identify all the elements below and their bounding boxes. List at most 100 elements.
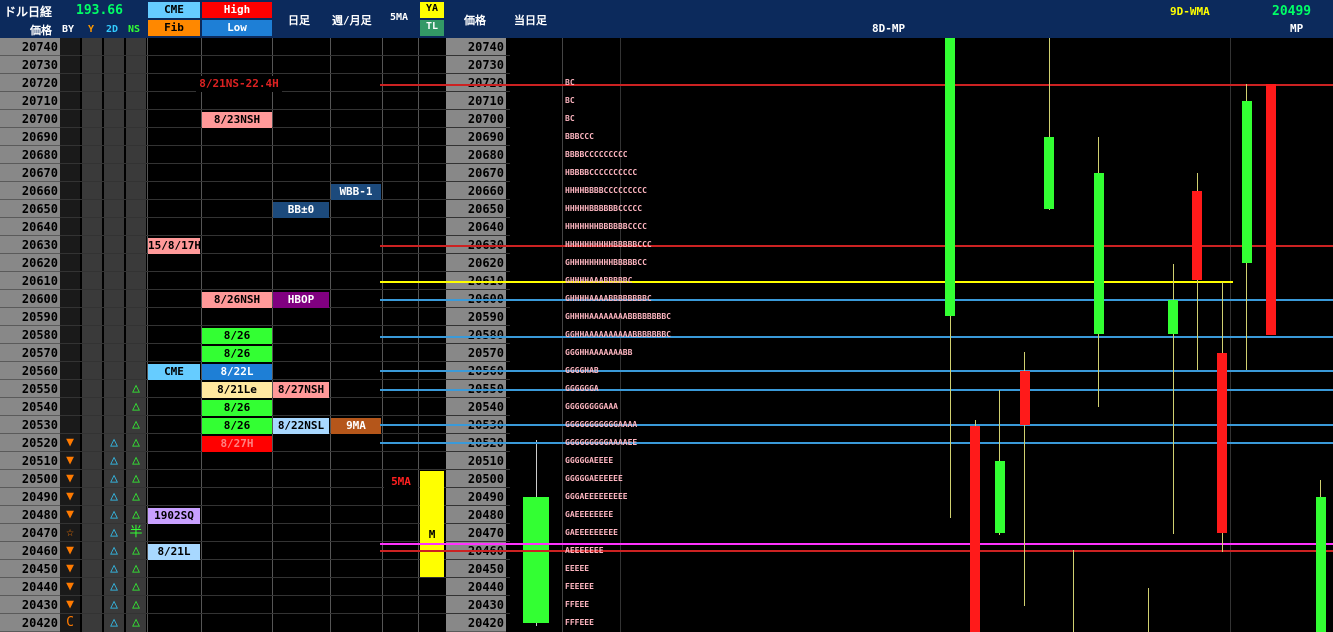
row-divider (60, 289, 510, 290)
price-cell: 20500 (446, 470, 506, 488)
price-cell: 20560 (0, 362, 60, 380)
row-divider (60, 379, 510, 380)
row-divider (60, 91, 510, 92)
row-divider (60, 343, 510, 344)
high-8-26c: 8/26 (202, 400, 272, 416)
price-ladder-left: 20740 20730 20720 20710 20700 20690 20680 20670… (0, 38, 60, 632)
signal-ns: △ (132, 507, 140, 522)
tpo-row: GAEEEEEEEEE (565, 528, 618, 537)
high-8-27nsh: 8/27NSH (273, 382, 329, 398)
tpo-row: GHHHHHHHHHBBBBBCC (565, 258, 647, 267)
price-cell: 20450 (446, 560, 506, 578)
row-divider (60, 109, 510, 110)
price-cell: 20430 (0, 596, 60, 614)
signal-by: ▼ (66, 453, 74, 468)
row-divider (60, 163, 510, 164)
ya-volume-bar (420, 471, 444, 577)
tpo-row: FFEEE (565, 600, 590, 609)
tpo-row: HHHHHBBBBBBCCCCC (565, 204, 643, 213)
price-cell: 20720 (0, 74, 60, 92)
price-cell: 20670 (446, 164, 506, 182)
cme-high-top-label: 8/21NS-22.4H (196, 76, 282, 92)
tpo-row: FFFEEE (565, 618, 594, 627)
high-15-8-17h: 15/8/17H (148, 238, 200, 254)
price-cell: 20650 (446, 200, 506, 218)
row-divider (60, 73, 510, 74)
low-8-21l: 8/21L (148, 544, 200, 560)
candle-wick (1148, 588, 1149, 632)
wbb-label: WBB-1 (331, 184, 381, 200)
price-cell: 20490 (446, 488, 506, 506)
price-cell: 20520 (0, 434, 60, 452)
price-cell: 20680 (446, 146, 506, 164)
tpo-row: AEEEEEEE (565, 546, 604, 555)
row-divider (60, 271, 510, 272)
fib-header: Fib (164, 21, 184, 34)
tpo-row: GGGGGAEEEE (565, 456, 614, 465)
price-cell: 20580 (0, 326, 60, 344)
signal-ns: △ (132, 543, 140, 558)
price-header: 価格 (30, 24, 52, 37)
price-cell: 20480 (446, 506, 506, 524)
signal-by: ▼ (66, 561, 74, 576)
price-cell: 20580 (446, 326, 506, 344)
level-line-blue (380, 370, 1333, 372)
row-divider (60, 469, 510, 470)
mp-header: MP (1290, 22, 1304, 35)
price-cell: 20440 (0, 578, 60, 596)
today-bar-header: 当日足 (514, 14, 547, 27)
ma9-label: 9MA (331, 418, 381, 434)
high-8-26b: 8/26 (202, 346, 272, 362)
signal-y: △ (110, 489, 118, 504)
level-line-blue (380, 336, 1333, 338)
bb0-label: BB±0 (273, 202, 329, 218)
candle-up (1094, 173, 1104, 334)
ya-marker: M (428, 528, 436, 541)
high-8-26nsh: 8/26NSH (202, 292, 272, 308)
price-cell: 20600 (0, 290, 60, 308)
candle-up (1168, 300, 1178, 334)
signal-by: ▼ (66, 543, 74, 558)
level-line-red (380, 245, 1333, 247)
signal-y: △ (110, 579, 118, 594)
two-d-header: 2D (106, 24, 119, 35)
row-divider (60, 145, 510, 146)
daily-header: 日足 (288, 14, 310, 27)
high-8-27h: 8/27H (202, 436, 272, 452)
price-cell: 20470 (0, 524, 60, 542)
high-8-26d: 8/26 (202, 418, 272, 434)
signal-ns: △ (132, 489, 140, 504)
high-8-23nsh: 8/23NSH (202, 112, 272, 128)
price-cell: 20640 (446, 218, 506, 236)
tpo-row: EEEEE (565, 564, 590, 573)
price-cell: 20740 (0, 38, 60, 56)
tpo-row: BC (565, 78, 575, 87)
price-cell: 20690 (0, 128, 60, 146)
market-profile-window: { "header": { "instrument": "ドル日経", "usd… (0, 0, 1333, 632)
price-cell: 20570 (0, 344, 60, 362)
tpo-row: GAEEEEEEEE (565, 510, 614, 519)
price-cell: 20510 (446, 452, 506, 470)
tpo-row: GGGGHAB (565, 366, 599, 375)
row-divider (60, 595, 510, 596)
tpo-row: HHHHBBBBCCCCCCCCC (565, 186, 647, 195)
sq-label: 1902SQ (148, 508, 200, 524)
tpo-row: GGGGGAEEEEEE (565, 474, 623, 483)
level-line-blue (380, 442, 1333, 444)
price-cell: 20710 (446, 92, 506, 110)
level-line-red (380, 550, 1333, 552)
signal-by: ▼ (66, 597, 74, 612)
hbop-label: HBOP (273, 292, 329, 308)
row-divider (60, 415, 510, 416)
tpo-row: GGGHHAAAAAAABB (565, 348, 633, 357)
high-header: High (223, 3, 251, 16)
tpo-row: BC (565, 114, 575, 123)
signal-by: ▼ (66, 507, 74, 522)
signal-y: △ (110, 471, 118, 486)
tpo-row: GGGGGGGGGGGAAAA (565, 420, 638, 429)
candle-down (970, 426, 980, 632)
row-divider (60, 199, 510, 200)
weekly-monthly-header: 週/月足 (332, 14, 372, 27)
price-cell: 20460 (0, 542, 60, 560)
signal-y: △ (110, 561, 118, 576)
